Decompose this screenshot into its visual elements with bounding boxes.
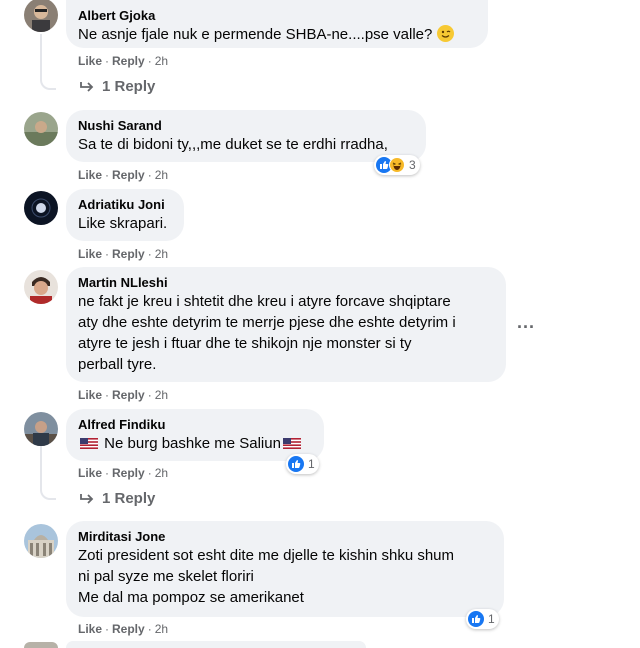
separator-dot: · [147,54,152,68]
thread-line [40,446,42,470]
separator-dot: · [147,168,152,182]
reaction-summary[interactable]: 1 [466,609,499,629]
comment-bubble: Albert Gjoka Ne asnje fjale nuk e permen… [66,0,488,48]
comment-time[interactable]: 2h [155,466,168,480]
comment-bubble: Mirditasi Jone Zoti president sot esht d… [66,521,504,617]
comment-text: Ne asnje fjale nuk e permende SHBA-ne...… [78,24,476,45]
comment-author[interactable]: Adriatiku Joni [78,196,172,213]
comment-time[interactable]: 2h [155,54,168,68]
reaction-count: 1 [308,457,315,471]
us-flag-emoji [80,434,98,449]
reply-arrow-icon [80,81,94,92]
like-link[interactable]: Like [78,388,102,402]
comment-actions: Like · Reply · 2h [78,621,168,637]
comment-bubble: Martin NLleshi ne fakt je kreu i shtetit… [66,267,506,382]
like-link[interactable]: Like [78,466,102,480]
separator-dot: · [105,54,110,68]
comment-actions: Like · Reply · 2h [78,53,168,69]
reply-link[interactable]: Reply [112,466,145,480]
like-icon [468,611,484,627]
thread-elbow [40,468,56,500]
like-link[interactable]: Like [78,54,102,68]
thread-line [40,34,42,60]
comment-bubble: Alfred Findiku Ne burg bashke me Saliun [66,409,324,461]
avatar[interactable] [24,0,58,32]
reply-link[interactable]: Reply [112,168,145,182]
like-link[interactable]: Like [78,247,102,261]
avatar[interactable] [24,412,58,446]
comment-time[interactable]: 2h [155,622,168,636]
comment-time[interactable]: 2h [155,388,168,402]
comment-author[interactable]: Martin NLleshi [78,274,494,291]
us-flag-emoji [282,434,301,449]
comment-actions: Like · Reply · 2h [78,465,168,481]
like-icon [288,456,304,472]
avatar[interactable] [24,524,58,558]
view-replies-link[interactable]: 1 Reply [80,490,155,507]
reaction-summary[interactable]: 3 [374,155,420,175]
comment-actions: Like · Reply · 2h [78,387,168,403]
haha-icon [389,157,405,173]
thread-elbow [40,58,56,90]
comment-bubble [66,641,366,648]
comment-text: Sa te di bidoni ty,,,me duket se te erdh… [78,136,388,153]
separator-dot: · [105,466,110,480]
separator-dot: · [147,466,152,480]
comment-bubble: Adriatiku Joni Like skrapari. [66,189,184,241]
reply-link[interactable]: Reply [112,622,145,636]
like-link[interactable]: Like [78,622,102,636]
separator-dot: · [105,622,110,636]
separator-dot: · [105,168,110,182]
like-link[interactable]: Like [78,168,102,182]
reaction-count: 1 [488,612,495,626]
comment-author[interactable]: Mirditasi Jone [78,528,492,545]
separator-dot: · [105,247,110,261]
replies-count: 1 Reply [102,78,156,95]
comment-text-content: Ne burg bashke me Saliun [104,435,281,452]
avatar[interactable] [24,191,58,225]
comment-actions: Like · Reply · 2h [78,246,168,262]
separator-dot: · [105,388,110,402]
comment-text: Ne burg bashke me Saliun [78,433,312,454]
smiling-face-emoji [436,25,454,42]
replies-count: 1 Reply [102,490,156,507]
comment-author[interactable]: Alfred Findiku [78,416,312,433]
avatar[interactable] [24,642,58,648]
reply-link[interactable]: Reply [112,388,145,402]
reaction-count: 3 [409,158,416,172]
reaction-summary[interactable]: 1 [286,454,319,474]
reply-arrow-icon [80,493,94,504]
comment-time[interactable]: 2h [155,247,168,261]
separator-dot: · [147,247,152,261]
reply-link[interactable]: Reply [112,247,145,261]
reply-link[interactable]: Reply [112,54,145,68]
comment-text: ne fakt je kreu i shtetit dhe kreu i aty… [78,293,456,373]
avatar[interactable] [24,270,58,304]
comment-author[interactable]: Nushi Sarand [78,117,414,134]
comment-author[interactable]: Albert Gjoka [78,7,476,24]
comment-text: Zoti president sot esht dite me djelle t… [78,547,455,606]
more-options-icon[interactable]: ... [517,312,535,333]
comment-bubble: Nushi Sarand Sa te di bidoni ty,,,me duk… [66,110,426,162]
comment-actions: Like · Reply · 2h [78,167,168,183]
avatar[interactable] [24,112,58,146]
view-replies-link[interactable]: 1 Reply [80,78,155,95]
comment-text: Like skrapari. [78,215,168,232]
comment-time[interactable]: 2h [155,168,168,182]
separator-dot: · [147,388,152,402]
separator-dot: · [147,622,152,636]
comment-text-content: Ne asnje fjale nuk e permende SHBA-ne...… [78,26,433,43]
